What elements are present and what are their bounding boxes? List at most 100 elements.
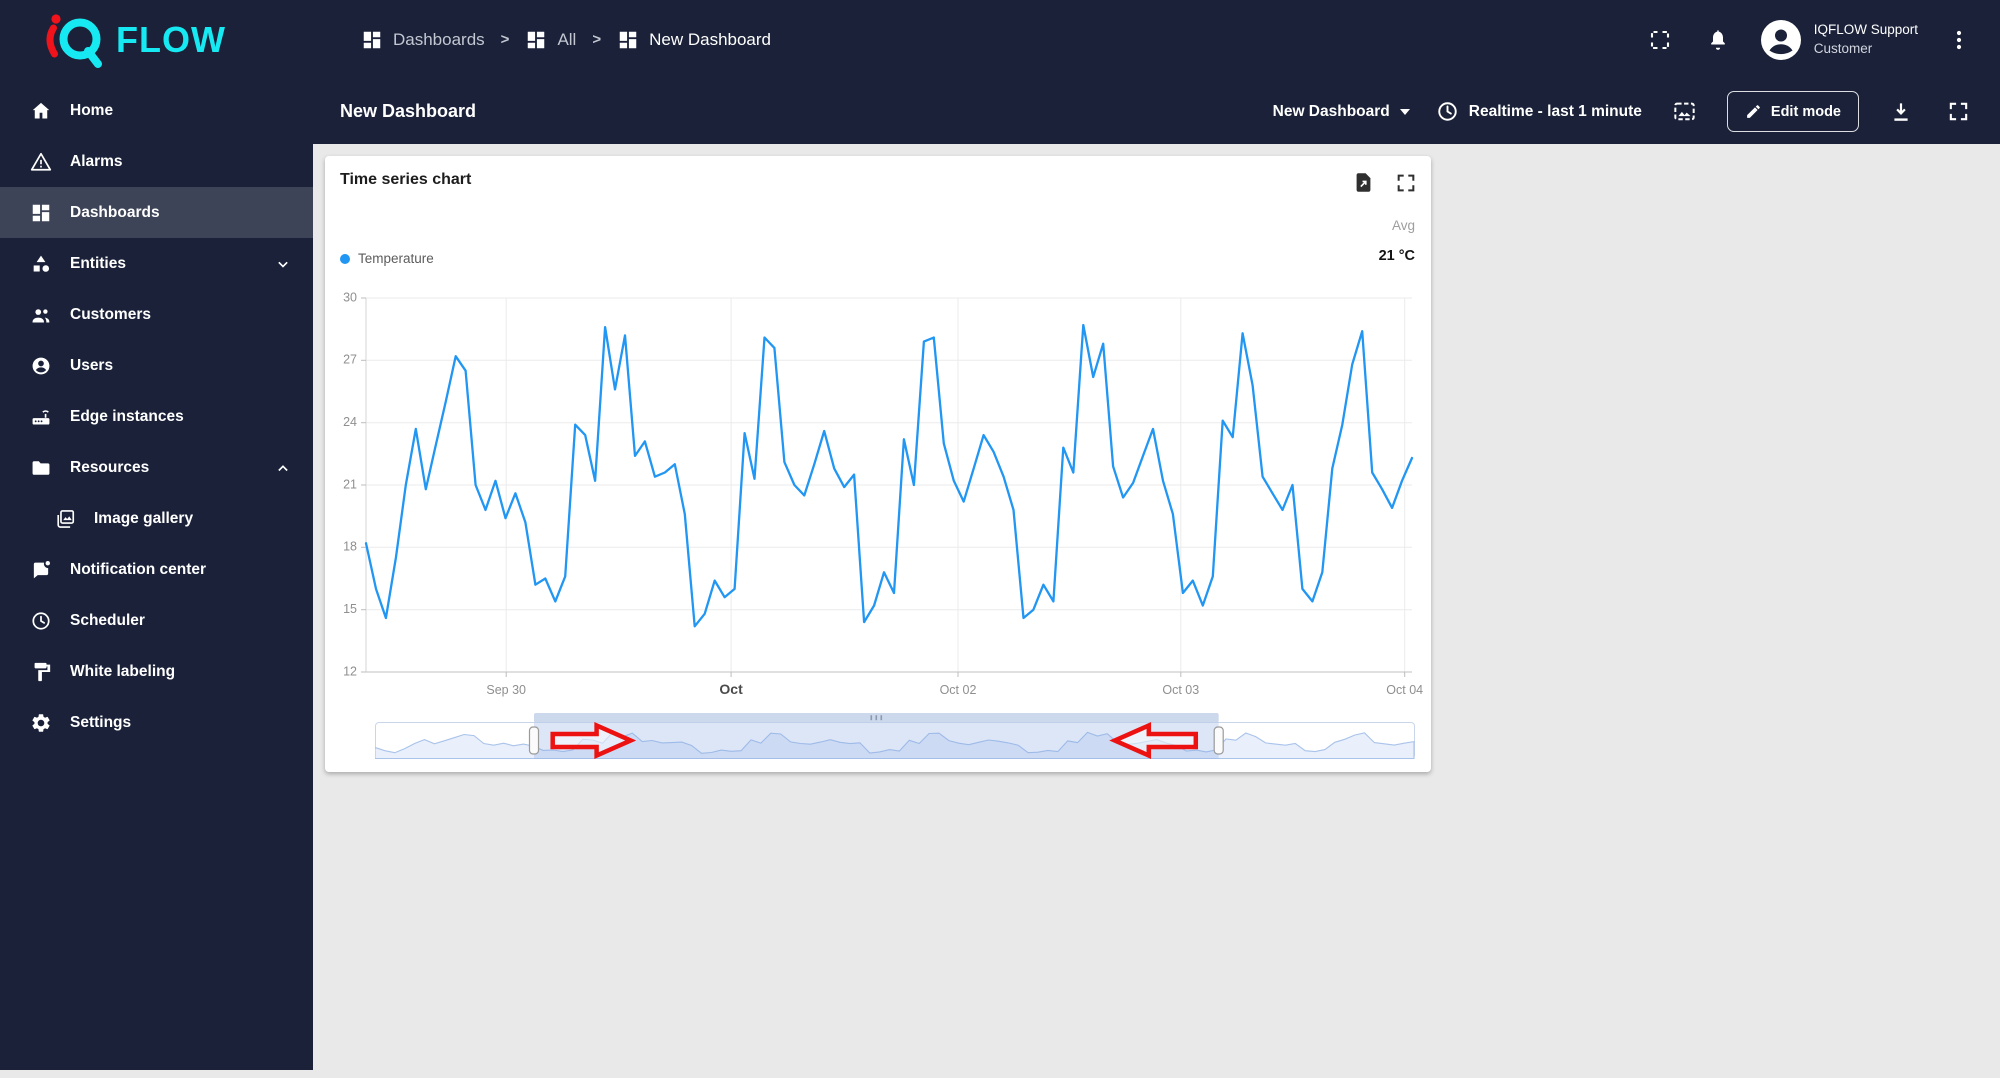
breadcrumb-item-all[interactable]: All bbox=[525, 29, 576, 51]
svg-text:21: 21 bbox=[343, 477, 357, 491]
breadcrumb-label: All bbox=[557, 29, 577, 49]
notifications-button[interactable] bbox=[1702, 24, 1734, 56]
widget-expand-icon bbox=[1395, 172, 1417, 194]
dashboards-icon bbox=[30, 202, 52, 224]
dashboard-toolbar: New Dashboard New Dashboard Realtime - l… bbox=[313, 79, 2000, 144]
svg-text:27: 27 bbox=[343, 353, 357, 367]
image-icon bbox=[1672, 99, 1697, 124]
user-name: IQFLOW Support bbox=[1813, 21, 1918, 37]
legend-label: Temperature bbox=[358, 251, 434, 266]
timeseries-chart[interactable]: 30 27 24 21 18 15 12 Sep 30 Oct Oct 02 Oct 03 Oct 0… bbox=[325, 274, 1431, 710]
dashboard-select-value: New Dashboard bbox=[1272, 102, 1390, 120]
breadcrumb-separator: > bbox=[500, 31, 510, 48]
sidebar-item-label: Home bbox=[70, 101, 114, 119]
bell-icon bbox=[1706, 28, 1730, 52]
sidebar-item-label: Resources bbox=[70, 458, 150, 476]
sidebar-item-label: Edge instances bbox=[70, 407, 184, 425]
sidebar-item-label: Settings bbox=[70, 713, 132, 731]
dashboard-select[interactable]: New Dashboard bbox=[1273, 103, 1410, 121]
sidebar-item-label: Alarms bbox=[70, 152, 123, 170]
svg-text:Oct: Oct bbox=[719, 681, 743, 697]
fullscreen-icon bbox=[1648, 28, 1672, 52]
sidebar-item-label: Customers bbox=[70, 305, 151, 323]
sidebar-item-scheduler[interactable]: Scheduler bbox=[0, 595, 313, 646]
edge-icon bbox=[30, 406, 52, 428]
download-icon bbox=[1889, 100, 1913, 124]
widget-title: Time series chart bbox=[340, 171, 472, 188]
sidebar-item-label: Notification center bbox=[70, 560, 207, 578]
clock-icon bbox=[1436, 100, 1459, 123]
sidebar-item-resources[interactable]: Resources bbox=[0, 442, 313, 493]
dashboards-icon bbox=[361, 29, 383, 51]
svg-text:Oct 03: Oct 03 bbox=[1162, 683, 1199, 697]
export-widget-button[interactable] bbox=[1348, 167, 1379, 198]
edit-mode-button[interactable]: Edit mode bbox=[1726, 91, 1859, 132]
edit-mode-label: Edit mode bbox=[1770, 103, 1841, 120]
sidebar-item-label: Entities bbox=[70, 254, 126, 272]
sidebar-item-entities[interactable]: Entities bbox=[0, 238, 313, 289]
iqflow-logo-icon bbox=[42, 8, 114, 72]
customers-icon bbox=[30, 304, 52, 326]
logo[interactable]: FLOW bbox=[0, 8, 313, 72]
dashboards-icon bbox=[617, 29, 639, 51]
sidebar-item-edge-instances[interactable]: Edge instances bbox=[0, 391, 313, 442]
timewindow-button[interactable]: Realtime - last 1 minute bbox=[1436, 100, 1642, 123]
sidebar-item-dashboards[interactable]: Dashboards bbox=[0, 187, 313, 238]
sidebar-item-settings[interactable]: Settings bbox=[0, 697, 313, 748]
timeseries-widget: Time series chart Avg 21 °C Temperature … bbox=[325, 156, 1431, 772]
widget-fullscreen-button[interactable] bbox=[1391, 167, 1421, 198]
top-bar: FLOW Dashboards > All > New Dashboard IQ… bbox=[0, 0, 2000, 79]
sidebar-item-users[interactable]: Users bbox=[0, 340, 313, 391]
sidebar: Home Alarms Dashboards Entities Customers Use… bbox=[0, 79, 313, 1070]
user-role: Customer bbox=[1813, 40, 1873, 56]
chevron-down-icon bbox=[273, 254, 293, 274]
svg-text:30: 30 bbox=[343, 290, 357, 304]
app-window: FLOW Dashboards > All > New Dashboard IQ… bbox=[0, 0, 2000, 1078]
chart-navigator[interactable] bbox=[375, 712, 1415, 768]
more-menu-button[interactable] bbox=[1944, 24, 1974, 56]
entities-icon bbox=[30, 253, 52, 275]
dashboard-content: Time series chart Avg 21 °C Temperature … bbox=[313, 144, 2000, 1078]
logo-text: FLOW bbox=[116, 18, 226, 60]
sidebar-item-home[interactable]: Home bbox=[0, 85, 313, 136]
timewindow-label: Realtime - last 1 minute bbox=[1468, 102, 1642, 120]
legend-dot bbox=[340, 253, 350, 264]
fullscreen-button[interactable] bbox=[1644, 24, 1676, 56]
page-title: New Dashboard bbox=[340, 101, 477, 121]
legend-item-temperature[interactable]: Temperature bbox=[340, 251, 434, 266]
svg-text:12: 12 bbox=[343, 664, 357, 678]
aggregation-value: 21 °C bbox=[1378, 248, 1415, 264]
breadcrumb-item-dashboards[interactable]: Dashboards bbox=[361, 29, 485, 51]
svg-text:Oct 04: Oct 04 bbox=[1386, 683, 1423, 697]
breadcrumb-label: New Dashboard bbox=[649, 29, 772, 49]
scheduler-icon bbox=[30, 610, 52, 632]
svg-text:18: 18 bbox=[343, 540, 357, 554]
svg-text:24: 24 bbox=[343, 415, 357, 429]
sidebar-item-customers[interactable]: Customers bbox=[0, 289, 313, 340]
toolbar-actions: New Dashboard Realtime - last 1 minute E… bbox=[1273, 91, 2000, 132]
dashboard-image-button[interactable] bbox=[1668, 95, 1701, 128]
users-icon bbox=[30, 355, 52, 377]
sidebar-item-label: Dashboards bbox=[70, 203, 160, 221]
chevron-down-icon bbox=[1399, 108, 1410, 115]
sidebar-item-image-gallery[interactable]: Image gallery bbox=[0, 493, 313, 544]
home-icon bbox=[30, 100, 52, 122]
toolbar-fullscreen-button[interactable] bbox=[1943, 96, 1974, 127]
breadcrumb-item-new-dashboard[interactable]: New Dashboard bbox=[617, 29, 771, 51]
alarms-icon bbox=[30, 151, 52, 173]
aggregation-label: Avg bbox=[1391, 218, 1415, 233]
sidebar-item-label: White labeling bbox=[70, 662, 176, 680]
breadcrumb-label: Dashboards bbox=[393, 29, 485, 49]
kebab-menu-icon bbox=[1948, 28, 1970, 52]
file-export-icon bbox=[1352, 171, 1375, 194]
resources-icon bbox=[30, 457, 52, 479]
account-menu[interactable]: IQFLOW Support Customer bbox=[1760, 19, 1918, 61]
sidebar-item-notification-center[interactable]: Notification center bbox=[0, 544, 313, 595]
chevron-up-icon bbox=[273, 458, 293, 478]
notification-icon bbox=[30, 559, 52, 581]
download-button[interactable] bbox=[1885, 96, 1917, 128]
sidebar-item-white-labeling[interactable]: White labeling bbox=[0, 646, 313, 697]
svg-text:Oct 02: Oct 02 bbox=[940, 683, 977, 697]
sidebar-item-alarms[interactable]: Alarms bbox=[0, 136, 313, 187]
breadcrumb-separator: > bbox=[592, 31, 602, 48]
